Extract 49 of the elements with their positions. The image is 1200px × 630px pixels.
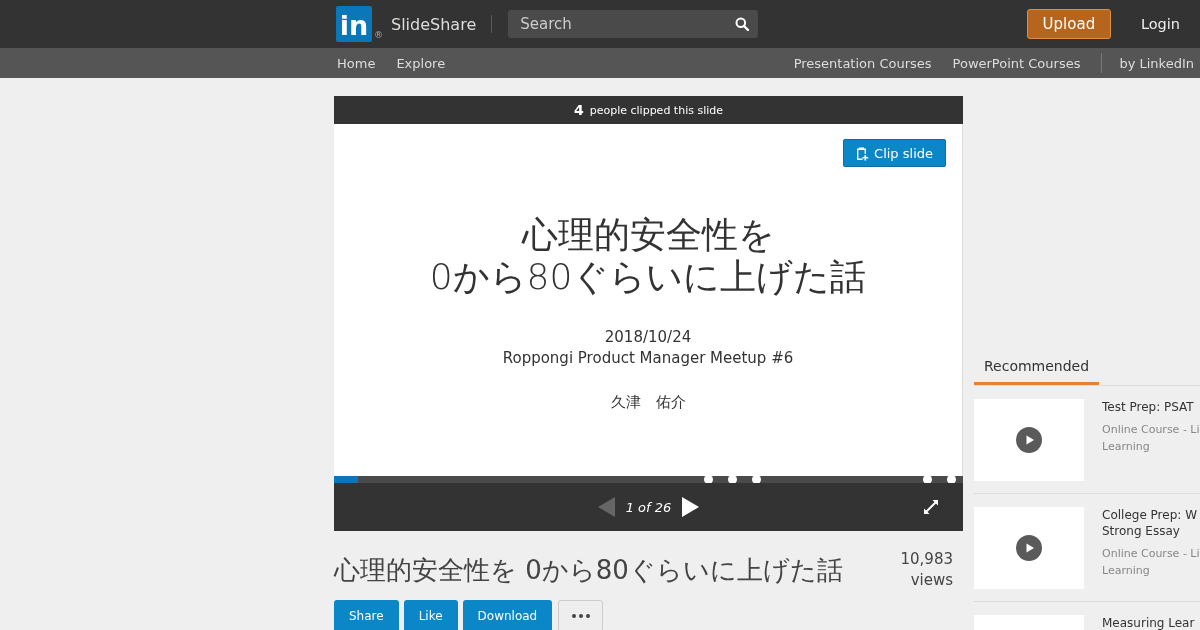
course-title[interactable]: Measuring Lear — [1102, 615, 1195, 630]
action-button[interactable]: Download — [462, 600, 553, 630]
course-title[interactable]: College Prep: W Strong Essay — [1102, 507, 1200, 539]
course-source: Online Course - Li Learning — [1102, 545, 1200, 579]
clip-slide-button[interactable]: Clip slide — [843, 139, 946, 167]
marker-icon[interactable] — [728, 475, 738, 484]
more-icon — [571, 614, 590, 618]
fullscreen-button[interactable] — [923, 499, 939, 515]
action-button[interactable]: Like — [403, 600, 458, 630]
marker-icon[interactable] — [946, 475, 956, 484]
clip-count-label: people clipped this slide — [589, 103, 724, 117]
nav-link[interactable]: Presentation Courses — [793, 55, 932, 71]
site-name[interactable]: SlideShare — [391, 14, 477, 34]
clipboard-plus-icon — [856, 145, 870, 161]
registered-mark: ® — [374, 30, 383, 40]
search-field[interactable]: Search — [508, 10, 759, 38]
nav-link[interactable]: by LinkedIn — [1119, 55, 1200, 71]
left-triangle-icon — [597, 497, 615, 517]
marker-icon[interactable] — [922, 475, 932, 484]
right-triangle-icon — [682, 497, 700, 517]
course-thumbnail[interactable] — [974, 507, 1084, 589]
slide-author: 久津 佑介 — [610, 392, 686, 413]
marker-icon[interactable] — [752, 475, 762, 484]
fullscreen-icon — [923, 499, 939, 515]
logo-icon[interactable]: in — [336, 6, 372, 42]
next-button[interactable] — [682, 497, 700, 517]
action-button[interactable]: Share — [334, 600, 399, 630]
play-icon — [1016, 427, 1042, 453]
view-count: 10,983 views — [900, 548, 953, 591]
slide-date: 2018/10/24 — [604, 327, 692, 348]
play-icon — [1016, 535, 1042, 561]
course-thumbnail[interactable] — [974, 399, 1084, 481]
search-icon[interactable] — [735, 17, 750, 31]
slide-title: 心理的安全性を 0から80ぐらいに上げた話 — [429, 214, 867, 298]
course-source: Online Course - Li Learning — [1102, 421, 1200, 455]
nav-link[interactable]: Explore — [396, 55, 446, 71]
upload-button[interactable]: Upload — [1026, 9, 1111, 39]
sidebar-tab[interactable]: Recommended — [974, 349, 1100, 385]
nav-link[interactable]: PowerPoint Courses — [952, 55, 1081, 71]
nav-link[interactable]: Home — [337, 55, 376, 71]
marker-icon[interactable] — [704, 475, 714, 484]
course-title[interactable]: Test Prep: PSAT — [1102, 399, 1200, 415]
login-link[interactable]: Login — [1140, 16, 1180, 32]
progress-track[interactable] — [334, 476, 963, 483]
clip-count: 4 — [573, 102, 584, 118]
page-counter: 1 of 26 — [625, 499, 672, 515]
presentation-title: 心理的安全性を 0から80ぐらいに上げた話 — [334, 554, 843, 587]
slide-event: Roppongi Product Manager Meetup #6 — [502, 348, 794, 369]
more-button[interactable] — [558, 600, 604, 630]
